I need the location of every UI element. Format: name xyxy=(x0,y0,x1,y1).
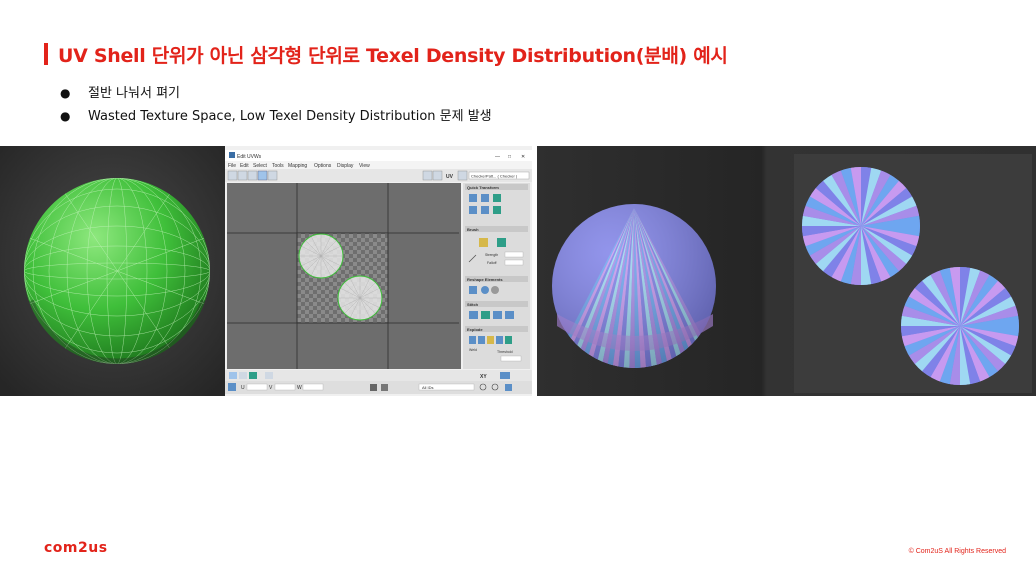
pan-icon[interactable] xyxy=(500,372,510,379)
bullet-text: 절반 나눠서 펴기 xyxy=(88,86,180,101)
menu-tools[interactable]: Tools xyxy=(272,163,284,169)
lock-icon[interactable] xyxy=(370,384,377,391)
menu-file[interactable]: File xyxy=(228,163,236,169)
vertex-mode-icon[interactable] xyxy=(229,372,237,379)
w-coordinate-input[interactable] xyxy=(302,383,324,391)
title-accent-bar xyxy=(44,43,48,65)
texture-icon[interactable] xyxy=(457,170,468,181)
uv-editor-canvas: Edit UVWs — □ ✕ File Edit Select Tools M… xyxy=(225,150,532,394)
menu-view[interactable]: View xyxy=(359,163,370,169)
uv-shell-top[interactable] xyxy=(298,233,344,279)
weld-label: Weld xyxy=(469,348,477,352)
break-icon[interactable] xyxy=(469,336,476,344)
window-title: Edit UVWs xyxy=(237,154,262,160)
threshold-spinner[interactable] xyxy=(500,355,522,362)
menu-display[interactable]: Display xyxy=(337,163,354,169)
bullet-item: ● Wasted Texture Space, Low Texel Density… xyxy=(60,107,492,130)
grid-icon[interactable] xyxy=(422,170,433,181)
window-titlebar[interactable] xyxy=(225,150,532,161)
textured-result-image xyxy=(537,146,1036,396)
falloff-label: Falloff xyxy=(487,261,496,265)
align-vertical-icon[interactable] xyxy=(469,206,477,214)
minimize-icon[interactable]: — xyxy=(495,154,500,160)
u-coordinate-input[interactable] xyxy=(246,383,268,391)
mirror-tool-icon[interactable] xyxy=(267,170,278,181)
stitch-custom-icon[interactable] xyxy=(505,311,514,319)
strength-spinner[interactable] xyxy=(504,251,524,258)
move-tool-icon[interactable] xyxy=(227,170,238,181)
space-icon[interactable] xyxy=(481,206,489,214)
distribute-icon[interactable] xyxy=(481,194,489,202)
face-mode-icon[interactable] xyxy=(249,372,257,379)
menu-edit[interactable]: Edit xyxy=(240,163,249,169)
bullet-dot-icon: ● xyxy=(60,86,71,100)
stitch-average-icon[interactable] xyxy=(493,311,502,319)
w-field-label: W xyxy=(297,385,302,391)
scale-tool-icon[interactable] xyxy=(247,170,258,181)
rollout-title-brush: Brush xyxy=(467,227,479,232)
bullet-text: Wasted Texture Space, Low Texel Density … xyxy=(88,109,492,124)
id-filter-label: All IDs xyxy=(422,385,434,390)
bullet-list: ● 절반 나눠서 펴기 ● Wasted Texture Space, Low Te… xyxy=(60,84,492,130)
zoom-extents-icon[interactable] xyxy=(505,384,512,391)
freeform-tool-icon[interactable] xyxy=(257,170,268,181)
menu-select[interactable]: Select xyxy=(253,163,268,169)
threshold-label: Threshold xyxy=(497,350,513,354)
flatten-icon[interactable] xyxy=(491,286,499,294)
copyright-text: © Com2uS All Rights Reserved xyxy=(908,548,1006,555)
rollout-title-quick-transform: Quick Transform xyxy=(467,185,499,190)
relax-brush-icon[interactable] xyxy=(497,238,506,247)
uv-shell-bottom[interactable] xyxy=(337,275,383,321)
viewport-textured-result xyxy=(537,146,1036,396)
maximize-icon[interactable]: □ xyxy=(508,154,511,160)
menu-options[interactable]: Options xyxy=(314,163,332,169)
stitch-source-icon[interactable] xyxy=(469,311,478,319)
relax-icon[interactable] xyxy=(481,286,489,294)
u-field-label: U xyxy=(241,385,245,391)
strength-label: Strength xyxy=(485,253,498,257)
straighten-icon[interactable] xyxy=(469,286,477,294)
uv-label: UV xyxy=(446,174,454,180)
snap-icon[interactable] xyxy=(432,170,443,181)
brush-icon[interactable] xyxy=(479,238,488,247)
hide-icon[interactable] xyxy=(381,384,388,391)
wireframe-sphere-image xyxy=(0,146,225,396)
slide-title: UV Shell 단위가 아닌 삼각형 단위로 Texel Density Di… xyxy=(58,45,728,67)
element-mode-icon[interactable] xyxy=(265,372,273,379)
explode-icon[interactable] xyxy=(505,336,512,344)
uv-editor-window: Edit UVWs — □ ✕ File Edit Select Tools M… xyxy=(225,146,532,396)
rotate-cw-icon[interactable] xyxy=(493,194,501,202)
viewport-sphere-wireframe xyxy=(0,146,225,396)
xy-label: XY xyxy=(480,374,487,380)
falloff-spinner[interactable] xyxy=(504,259,524,266)
weld-icon[interactable] xyxy=(487,336,494,344)
edge-mode-icon[interactable] xyxy=(239,372,247,379)
rollout-title-stitch: Stitch xyxy=(467,302,479,307)
rollout-title-reshape: Reshape Elements xyxy=(467,277,503,282)
stitch-target-icon[interactable] xyxy=(481,311,490,319)
checker-dropdown-label: CheckerPatt... ( Checker ) xyxy=(471,174,518,179)
rotate-tool-icon[interactable] xyxy=(237,170,248,181)
align-icon[interactable] xyxy=(469,194,477,202)
close-icon[interactable]: ✕ xyxy=(521,154,525,160)
company-logo: com2us xyxy=(44,540,108,556)
bullet-item: ● 절반 나눠서 펴기 xyxy=(60,84,492,107)
v-coordinate-input[interactable] xyxy=(274,383,296,391)
weld-all-icon[interactable] xyxy=(496,336,503,344)
detach-icon[interactable] xyxy=(478,336,485,344)
rotate-ccw-icon[interactable] xyxy=(493,206,501,214)
menu-mapping[interactable]: Mapping xyxy=(288,163,307,169)
absolute-mode-icon[interactable] xyxy=(228,383,236,391)
rollout-title-explode: Explode xyxy=(467,327,483,332)
bullet-dot-icon: ● xyxy=(60,109,71,123)
